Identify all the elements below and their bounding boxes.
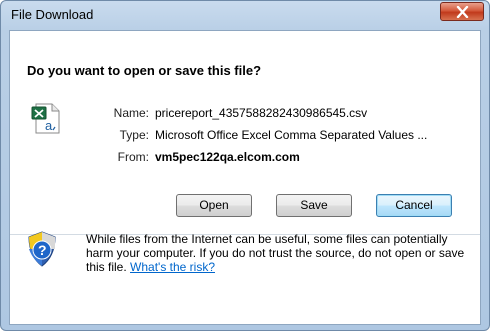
dialog-content: Do you want to open or save this file? a… bbox=[9, 30, 481, 325]
file-type-label: Type: bbox=[119, 128, 149, 142]
close-icon bbox=[456, 6, 469, 18]
file-source-label: From: bbox=[117, 150, 149, 164]
close-button[interactable] bbox=[440, 2, 484, 21]
file-download-dialog: File Download Do you want to open or sav… bbox=[0, 0, 490, 331]
svg-text:a: a bbox=[45, 118, 53, 133]
excel-csv-file-icon: a bbox=[31, 101, 63, 134]
window-title: File Download bbox=[11, 7, 94, 22]
security-warning-text: While files from the Internet can be use… bbox=[86, 232, 468, 274]
security-shield-icon: ? bbox=[26, 231, 58, 267]
file-name-value: pricereport_4357588282430986545.csv bbox=[155, 106, 368, 120]
cancel-button[interactable]: Cancel bbox=[376, 194, 452, 217]
file-source-value: vm5pec122qa.elcom.com bbox=[155, 150, 300, 164]
svg-text:?: ? bbox=[38, 242, 47, 258]
file-type-value: Microsoft Office Excel Comma Separated V… bbox=[155, 128, 428, 142]
open-save-question: Do you want to open or save this file? bbox=[27, 63, 262, 78]
file-name-label: Name: bbox=[113, 106, 149, 120]
open-button[interactable]: Open bbox=[176, 194, 252, 217]
whats-the-risk-link[interactable]: What's the risk? bbox=[130, 260, 215, 274]
title-bar[interactable]: File Download bbox=[1, 1, 489, 29]
save-button[interactable]: Save bbox=[276, 194, 352, 217]
